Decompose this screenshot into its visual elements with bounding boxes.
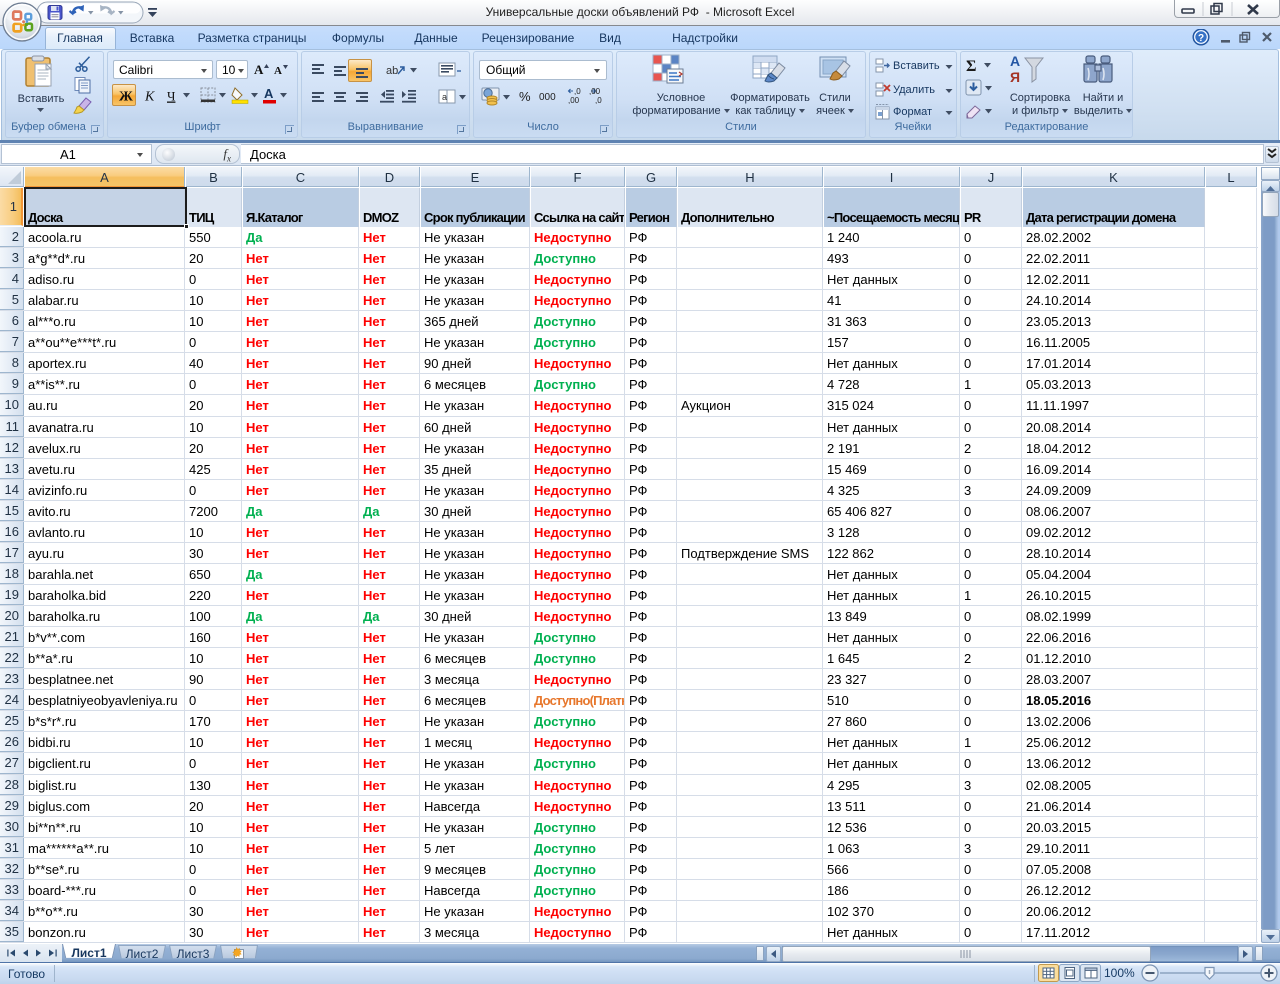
svg-text:А: А (1010, 53, 1020, 69)
svg-text:Ж: Ж (119, 90, 133, 105)
svg-text:a: a (442, 92, 447, 102)
svg-text:ab: ab (386, 65, 398, 77)
svg-text:,00: ,00 (589, 87, 601, 96)
svg-text:Σ: Σ (966, 58, 976, 75)
svg-text:000: 000 (539, 92, 556, 103)
svg-text:Ч: Ч (167, 89, 176, 104)
svg-text:К: К (144, 90, 155, 105)
svg-text:A: A (264, 86, 274, 101)
svg-text:A: A (254, 62, 264, 77)
svg-text:%: % (519, 89, 531, 104)
svg-text:?: ? (1198, 33, 1204, 44)
svg-text:,00: ,00 (568, 96, 580, 105)
svg-text:A: A (274, 65, 282, 77)
svg-text:Я: Я (1010, 69, 1020, 85)
svg-text:,0: ,0 (595, 96, 602, 105)
svg-text:,0: ,0 (574, 87, 581, 96)
